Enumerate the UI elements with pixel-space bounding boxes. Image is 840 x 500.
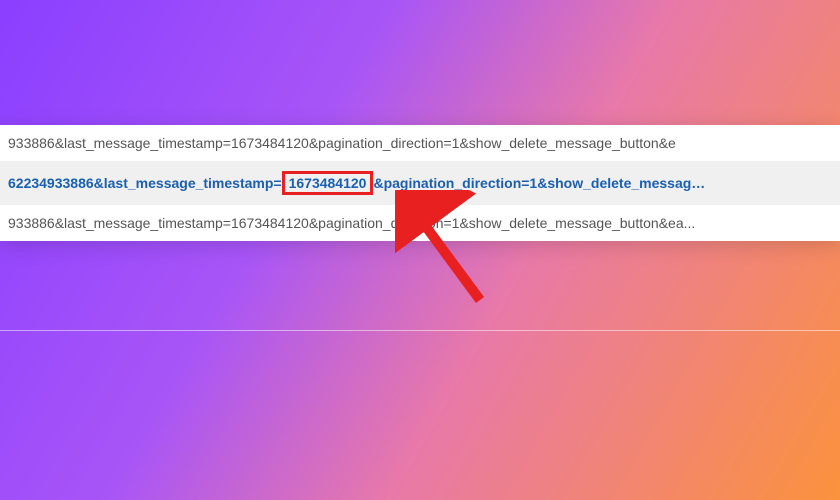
suggestion-row-selected[interactable]: 62234933886&last_message_timestamp=16734… [0,161,840,205]
suggestion-row[interactable]: 933886&last_message_timestamp=1673484120… [0,205,840,241]
suggestion-panel: 933886&last_message_timestamp=1673484120… [0,125,840,241]
suggestion-row[interactable]: 933886&last_message_timestamp=1673484120… [0,125,840,161]
highlighted-timestamp: 1673484120 [282,171,374,195]
url-prefix: 62234933886&last_message_timestamp= [8,175,282,191]
url-suffix: &pagination_direction=1&show_delete_mess… [373,175,705,191]
divider-line [0,330,840,331]
